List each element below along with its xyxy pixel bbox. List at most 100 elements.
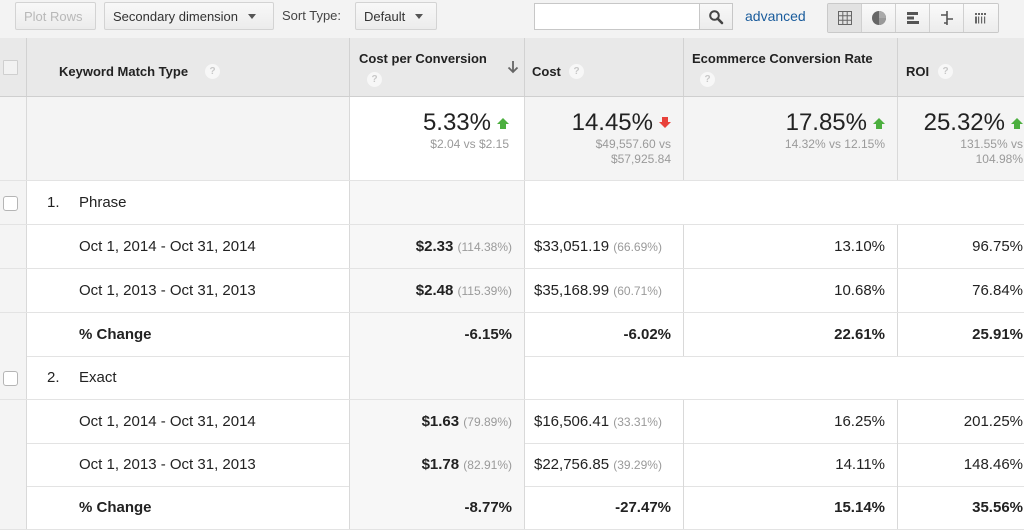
cost-cell: $33,051.19 (66.69%) — [525, 225, 684, 268]
comparison-view-button[interactable] — [930, 4, 964, 32]
value: $2.33 — [415, 238, 454, 255]
value: 76.84% — [972, 282, 1023, 299]
help-icon[interactable]: ? — [700, 72, 715, 87]
ecommerce-rate-cell: 22.61% — [684, 313, 898, 356]
help-icon[interactable]: ? — [367, 72, 382, 87]
cost-per-conversion-cell: $1.78 (82.91%) — [350, 443, 525, 486]
percent-of-total: (114.38%) — [457, 240, 512, 254]
header-cost-per-conversion[interactable]: Cost per Conversion ? — [350, 38, 525, 96]
percent-of-total: (39.29%) — [613, 458, 662, 472]
ecommerce-rate-cell: 13.10% — [684, 225, 898, 268]
value: 10.68% — [834, 282, 885, 299]
cost-cell: $16,506.41 (33.31%) — [525, 400, 684, 443]
change-label-cell: % Change — [27, 486, 350, 529]
advanced-filter-link[interactable]: advanced — [745, 2, 806, 30]
value: 35.56% — [972, 499, 1023, 516]
help-icon[interactable]: ? — [938, 64, 953, 79]
cost-cell: -6.02% — [525, 313, 684, 356]
value: 14.11% — [835, 456, 885, 473]
cost-cell: $35,168.99 (60.71%) — [525, 269, 684, 312]
change-label-cell: % Change — [27, 313, 350, 356]
header-cost[interactable]: Cost ? — [525, 38, 684, 96]
chevron-down-icon — [415, 14, 424, 20]
pivot-view-button[interactable] — [964, 4, 998, 32]
row-select-cell — [0, 181, 27, 224]
row-select-cell — [0, 356, 27, 399]
date-range-label: Oct 1, 2014 - Oct 31, 2014 — [79, 413, 256, 430]
summary-ecommerce-conversion-rate: 17.85% 14.32% vs 12.15% — [684, 97, 898, 180]
value: $33,051.19 — [534, 238, 610, 255]
date-range-label: Oct 1, 2013 - Oct 31, 2013 — [79, 456, 256, 473]
sort-type-label: Sort Type: — [282, 8, 342, 23]
group-name-link[interactable]: Exact — [79, 356, 117, 399]
ecommerce-rate-cell: 16.25% — [684, 400, 898, 443]
summary-detail-line: $57,925.84 — [610, 152, 671, 166]
sort-descending-icon[interactable] — [507, 60, 519, 74]
date-range-cell: Oct 1, 2013 - Oct 31, 2013 — [27, 443, 350, 486]
table-view-button[interactable] — [828, 4, 862, 32]
help-icon[interactable]: ? — [569, 64, 584, 79]
summary-row: 5.33% $2.04 vs $2.15 14.45% $49,557.60 v… — [0, 97, 1024, 181]
roi-cell: 35.56% — [898, 486, 1024, 529]
change-label: % Change — [79, 499, 152, 516]
ecommerce-rate-cell: 15.14% — [684, 486, 898, 529]
value: 148.46% — [963, 456, 1023, 473]
secondary-dimension-label: Secondary dimension — [113, 9, 239, 24]
value: -6.15% — [464, 326, 512, 343]
summary-spacer — [0, 97, 27, 180]
pie-view-button[interactable] — [862, 4, 896, 32]
cost-cell: $22,756.85 (39.29%) — [525, 443, 684, 486]
value: $22,756.85 — [534, 456, 610, 473]
header-ecommerce-conversion-rate[interactable]: Ecommerce Conversion Rate ? — [684, 38, 898, 96]
row-spacer — [0, 486, 27, 529]
summary-cost-per-conversion: 5.33% $2.04 vs $2.15 — [350, 97, 525, 180]
group-row-exact: 2. Exact — [0, 356, 1024, 400]
table-search-input[interactable] — [534, 3, 700, 30]
row-checkbox[interactable] — [3, 196, 18, 211]
header-label: Cost per Conversion — [359, 51, 487, 66]
summary-cost: 14.45% $49,557.60 vs $57,925.84 — [525, 97, 684, 180]
percent-change-row: % Change -8.77% -27.47% 15.14% 35.56% — [0, 486, 1024, 530]
sort-type-dropdown[interactable]: Default — [355, 2, 437, 30]
table-grid-icon — [837, 11, 852, 25]
row-spacer — [0, 400, 27, 443]
roi-cell: 201.25% — [898, 400, 1024, 443]
roi-cell: 96.75% — [898, 225, 1024, 268]
date-range-cell: Oct 1, 2014 - Oct 31, 2014 — [27, 225, 350, 268]
table-row: Oct 1, 2014 - Oct 31, 2014 $2.33 (114.38… — [0, 225, 1024, 269]
secondary-dimension-dropdown[interactable]: Secondary dimension — [104, 2, 274, 30]
roi-cell: 25.91% — [898, 313, 1024, 356]
header-roi[interactable]: ROI ? — [898, 38, 1024, 96]
row-index: 2. — [47, 369, 60, 386]
select-all-cell — [0, 38, 27, 96]
row-spacer — [0, 225, 27, 268]
value: 201.25% — [963, 413, 1023, 430]
cost-per-conversion-cell: -8.77% — [350, 486, 525, 529]
row-spacer — [0, 443, 27, 486]
value: 15.14% — [834, 499, 885, 516]
percent-of-total: (66.69%) — [613, 240, 662, 254]
group-name-link[interactable]: Phrase — [79, 181, 127, 224]
arrow-down-icon — [659, 117, 671, 128]
value: 13.10% — [834, 238, 885, 255]
select-all-checkbox[interactable] — [3, 60, 18, 75]
summary-label-cell — [27, 97, 350, 180]
help-icon[interactable]: ? — [205, 64, 220, 79]
header-keyword-match-type[interactable]: Keyword Match Type ? — [27, 38, 350, 96]
row-checkbox[interactable] — [3, 371, 18, 386]
search-button[interactable] — [700, 3, 733, 30]
performance-view-button[interactable] — [896, 4, 930, 32]
summary-change-value: 17.85% — [785, 109, 867, 136]
value: $1.78 — [421, 456, 460, 473]
date-range-cell: Oct 1, 2014 - Oct 31, 2014 — [27, 400, 350, 443]
cost-cell: -27.47% — [525, 486, 684, 529]
group-label-cell: 1. Phrase — [27, 181, 350, 224]
cost-per-conversion-cell: $2.48 (115.39%) — [350, 269, 525, 312]
empty-cell — [350, 181, 525, 224]
change-label: % Change — [79, 326, 152, 343]
plot-rows-button[interactable]: Plot Rows — [15, 2, 96, 30]
value: 16.25% — [834, 413, 885, 430]
value: 22.61% — [834, 326, 885, 343]
percent-of-total: (33.31%) — [613, 415, 662, 429]
percent-of-total: (115.39%) — [457, 284, 512, 298]
